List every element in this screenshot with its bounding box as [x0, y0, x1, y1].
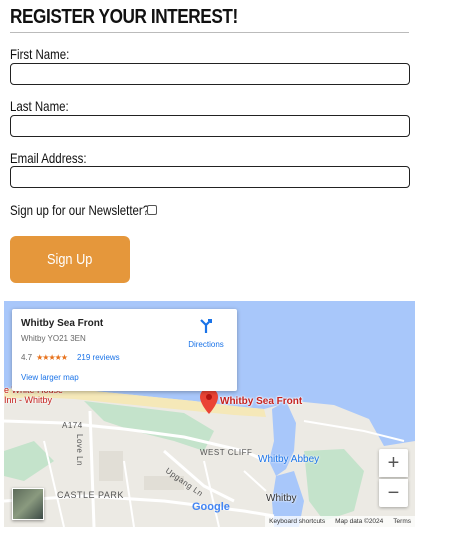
- map-data-text: Map data ©2024: [335, 518, 384, 525]
- google-logo-text: Google: [192, 501, 230, 513]
- pin-label: Whitby Sea Front: [220, 396, 303, 407]
- sign-up-button[interactable]: Sign Up: [10, 236, 130, 283]
- place-info-card: Whitby Sea Front Whitby YO21 3EN 4.7 ★★★…: [12, 309, 237, 391]
- google-logo: Google: [192, 501, 230, 513]
- area-west-cliff-label: WEST CLIFF: [200, 448, 253, 457]
- keyboard-shortcuts-link[interactable]: Keyboard shortcuts: [269, 518, 325, 525]
- road-a174-label: A174: [62, 421, 83, 430]
- title-divider: [10, 32, 409, 33]
- sign-up-button-label: Sign Up: [47, 251, 93, 268]
- first-name-label: First Name:: [10, 46, 70, 62]
- newsletter-label: Sign up for our Newsletter?: [10, 202, 150, 218]
- place-name: Whitby Sea Front: [21, 318, 104, 329]
- directions-icon: [200, 319, 212, 333]
- email-label: Email Address:: [10, 150, 87, 166]
- area-castle-park-label: CASTLE PARK: [57, 490, 124, 500]
- rating-value: 4.7: [21, 353, 33, 362]
- rating-row: 4.7 ★★★★★ 219 reviews: [21, 353, 120, 362]
- satellite-toggle-thumbnail[interactable]: [12, 488, 44, 520]
- town-whitby-label: Whitby: [266, 493, 297, 504]
- poi-white-house-inn-line2: Inn - Whitby: [4, 395, 53, 405]
- email-input[interactable]: [10, 166, 410, 188]
- map-attribution: Keyboard shortcuts Map data ©2024 Terms: [265, 516, 415, 527]
- first-name-input[interactable]: [10, 63, 410, 85]
- reviews-link[interactable]: 219 reviews: [77, 353, 120, 362]
- zoom-out-button[interactable]: −: [379, 479, 408, 507]
- terms-link[interactable]: Terms: [393, 518, 411, 525]
- star-rating-icon: ★★★★★: [36, 353, 68, 362]
- embedded-map[interactable]: e White House Inn - Whitby A174 Love Ln …: [4, 301, 415, 527]
- directions-button[interactable]: Directions: [183, 318, 229, 349]
- view-larger-map-link[interactable]: View larger map: [21, 373, 79, 382]
- newsletter-checkbox[interactable]: [147, 205, 157, 215]
- place-address: Whitby YO21 3EN: [21, 334, 86, 343]
- last-name-input[interactable]: [10, 115, 410, 137]
- road-love-ln-label: Love Ln: [75, 434, 84, 466]
- last-name-label: Last Name:: [10, 98, 69, 114]
- poi-whitby-abbey[interactable]: Whitby Abbey: [258, 454, 319, 465]
- zoom-in-button[interactable]: +: [379, 449, 408, 477]
- directions-label: Directions: [188, 340, 224, 349]
- map-pin-icon[interactable]: [200, 388, 218, 414]
- form-title: REGISTER YOUR INTEREST!: [10, 6, 238, 28]
